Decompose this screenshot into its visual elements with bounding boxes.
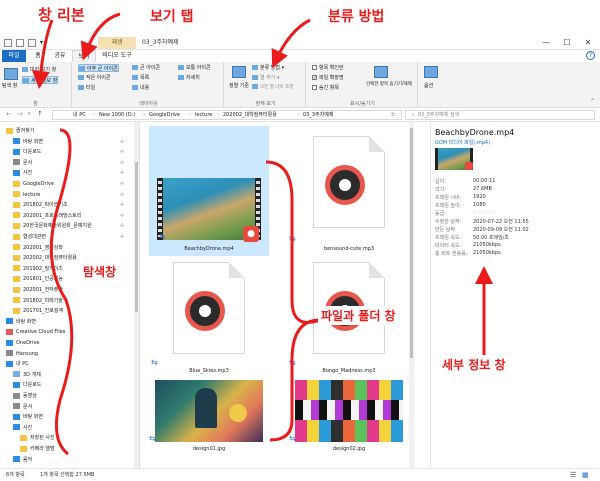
brace-file-pane-upper (265, 160, 321, 324)
annotation-nav-pane: 탐색창 (80, 262, 120, 281)
brace-nav-pane (49, 128, 74, 456)
arrow-view-tab (80, 12, 121, 61)
arrow-ribbon (31, 19, 54, 89)
annotation-arrows (31, 12, 493, 456)
annotation-view-tab: 보기 탭 (150, 9, 194, 25)
annotation-file-pane: 파일과 폴더 창 (318, 306, 399, 325)
brace-file-pane-lower (269, 318, 321, 442)
annotation-details-pane: 세부 정보 창 (442, 358, 506, 372)
annotation-ribbon: 창 리본 (38, 6, 85, 24)
annotation-sort-method: 분류 방법 (328, 9, 385, 25)
arrow-sort-method (271, 18, 311, 69)
